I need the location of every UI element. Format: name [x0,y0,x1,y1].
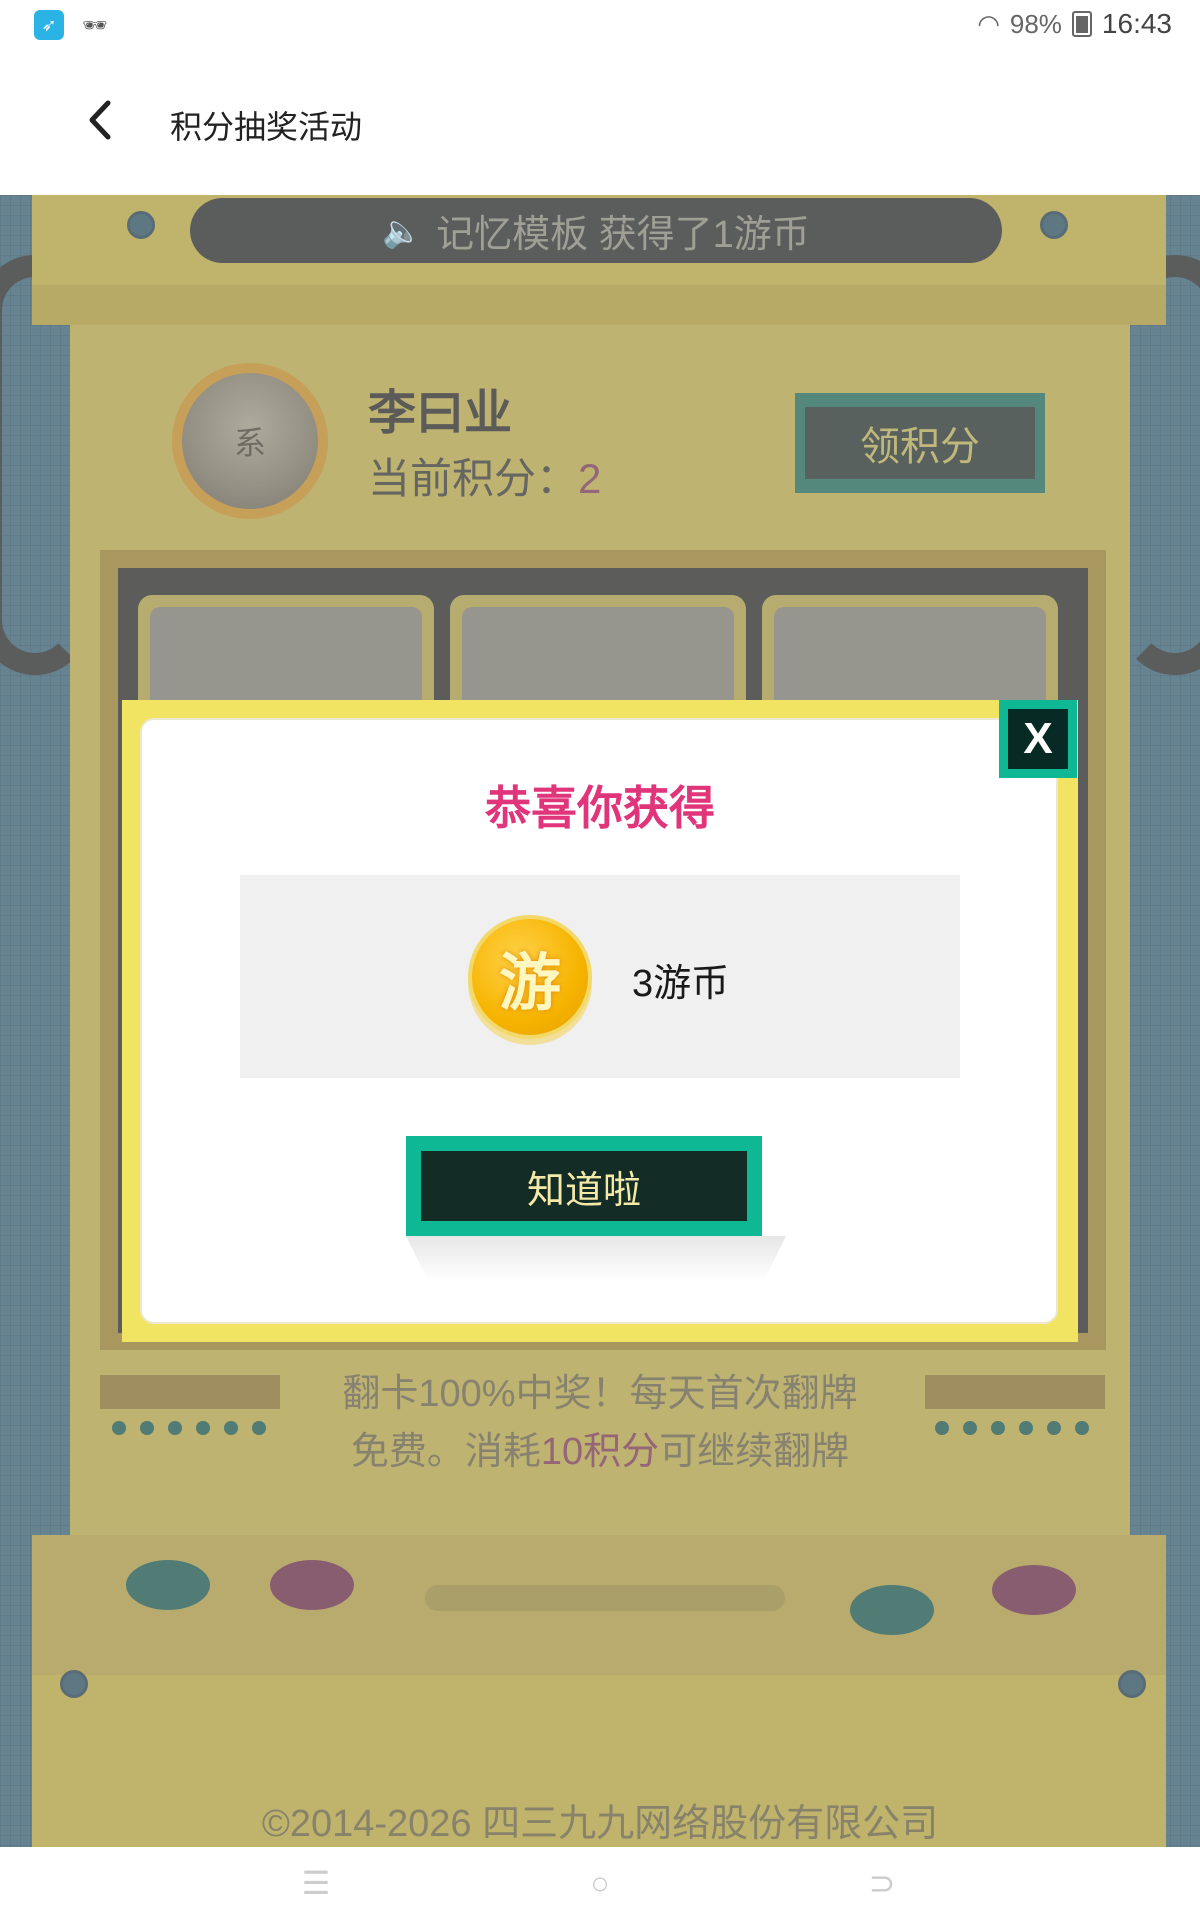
title-bar: 积分抽奖活动 [0,50,1200,195]
battery-percent: 98% [1009,8,1062,39]
close-button[interactable]: X [999,700,1077,778]
back-nav-icon[interactable]: ⊃ [862,1865,902,1901]
clock: 16:43 [1101,8,1172,39]
home-icon[interactable]: ○ [580,1865,620,1901]
close-icon: X [1008,709,1068,769]
chevron-left-icon [89,100,111,140]
rocket-app-icon: ➶ [34,10,64,40]
prize-label: 3游币 [632,963,730,1005]
battery-icon [1071,11,1092,37]
menu-icon[interactable]: ☰ [296,1865,336,1901]
incognito-icon: 🕶 [82,14,108,37]
page-title: 积分抽奖活动 [170,109,363,145]
confirm-button[interactable]: 知道啦 [406,1136,762,1236]
prize-box [240,875,960,1078]
game-coin-icon: 游 [468,915,592,1039]
status-bar: ➶ 🕶 ◠ 98% 16:43 [0,0,1200,50]
back-button[interactable] [75,95,125,145]
system-nav-bar: ☰ ○ ⊃ [0,1847,1200,1920]
wifi-icon: ◠ [977,8,1000,39]
dialog-title: 恭喜你获得 [485,782,715,834]
